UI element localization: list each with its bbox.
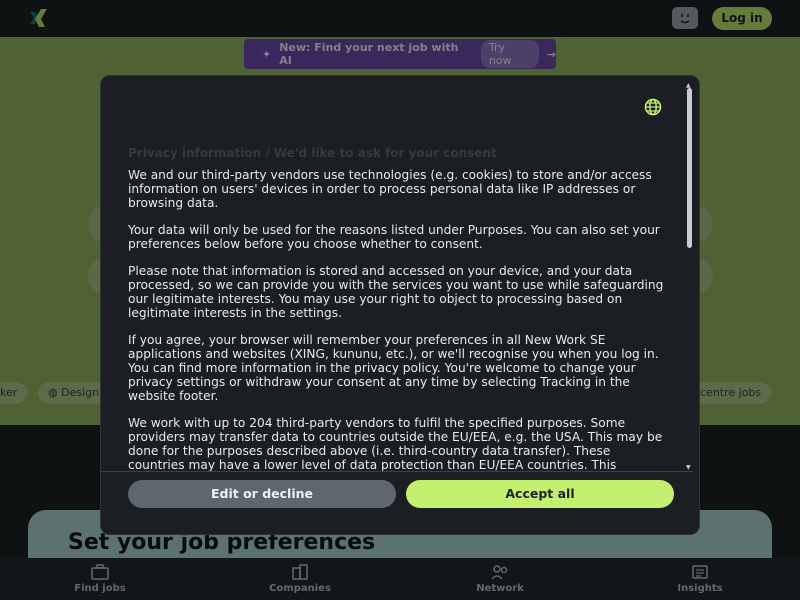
consent-paragraph: Your data will only be used for the reas… [128,223,660,251]
dialog-divider [101,471,693,472]
consent-dialog: Privacy information / We'd like to ask f… [100,75,700,535]
consent-title: Privacy information / We'd like to ask f… [128,146,497,160]
scroll-down-arrow-icon[interactable]: ▼ [686,464,691,471]
accept-all-button[interactable]: Accept all [406,480,674,508]
consent-text-area[interactable]: Privacy information / We'd like to ask f… [128,146,668,471]
consent-paragraph: We work with up to 204 third-party vendo… [128,416,663,471]
consent-paragraph: Please note that information is stored a… [128,264,664,320]
globe-icon[interactable] [644,98,662,116]
edit-or-decline-button[interactable]: Edit or decline [128,480,396,508]
dialog-scrollbar[interactable] [687,88,692,248]
consent-paragraph: If you agree, your browser will remember… [128,333,659,403]
consent-paragraph: We and our third-party vendors use techn… [128,168,652,210]
